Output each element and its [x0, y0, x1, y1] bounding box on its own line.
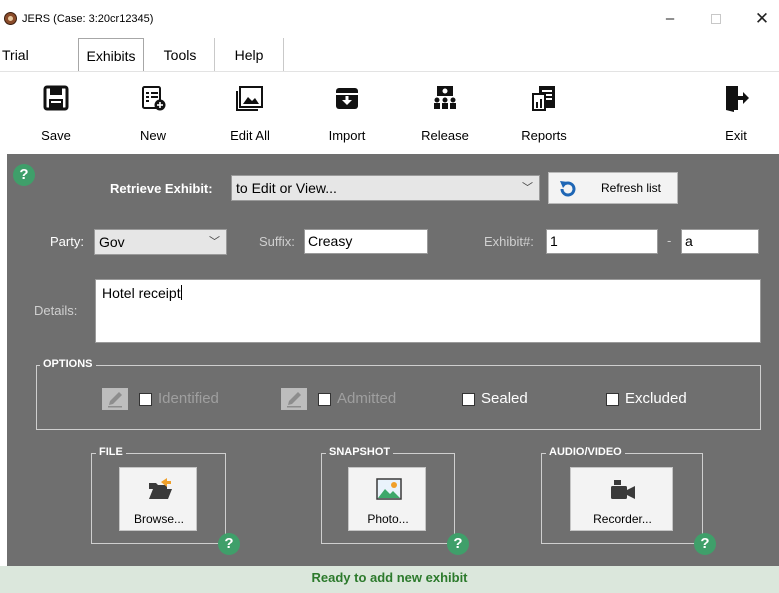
edit-all-button[interactable]: Edit All	[210, 80, 290, 150]
party-select[interactable]: Gov ﹀	[94, 229, 227, 255]
audio-video-help-icon[interactable]: ?	[694, 533, 716, 555]
browse-button[interactable]: Browse...	[119, 467, 197, 531]
tab-trial[interactable]: Trial	[0, 38, 52, 72]
refresh-list-label: Refresh list	[601, 181, 662, 195]
browse-label: Browse...	[133, 512, 184, 526]
details-label: Details:	[34, 303, 78, 318]
sealed-checkbox[interactable]	[462, 393, 475, 406]
snapshot-title: SNAPSHOT	[326, 446, 394, 458]
exit-door-icon	[726, 86, 749, 112]
release-label: Release	[421, 128, 469, 143]
new-label: New	[139, 128, 166, 143]
new-button[interactable]: New	[113, 80, 193, 150]
reports-button[interactable]: Reports	[504, 80, 584, 150]
retrieve-exhibit-select[interactable]: to Edit or View... ﹀	[231, 175, 540, 201]
file-help-icon[interactable]: ?	[218, 533, 240, 555]
identified-checkbox[interactable]	[139, 393, 152, 406]
admitted-checkbox[interactable]	[318, 393, 331, 406]
retrieve-exhibit-value: to Edit or View...	[236, 180, 337, 196]
close-button[interactable]: ✕	[747, 6, 777, 32]
new-document-icon	[142, 86, 166, 111]
release-button[interactable]: Release	[405, 80, 485, 150]
title-bar: JERS (Case: 3:20cr12345) – ✕	[0, 0, 779, 38]
audio-video-title: AUDIO/VIDEO	[546, 446, 625, 458]
edit-admitted-button[interactable]	[281, 388, 307, 410]
suffix-input[interactable]: Creasy	[304, 229, 428, 254]
app-logo-icon	[4, 12, 17, 25]
suffix-label: Suffix:	[259, 234, 295, 249]
tab-exhibits[interactable]: Exhibits	[78, 38, 144, 72]
panel-left-margin	[0, 154, 7, 566]
import-label: Import	[328, 128, 366, 143]
excluded-checkbox[interactable]	[606, 393, 619, 406]
menu-tabs: Trial Exhibits Tools Help	[0, 38, 779, 72]
sealed-label: Sealed	[481, 390, 528, 407]
party-value: Gov	[99, 234, 125, 250]
recorder-button[interactable]: Recorder...	[570, 467, 673, 531]
exhibit-number-input[interactable]: 1	[546, 229, 658, 254]
open-folder-icon	[149, 478, 172, 499]
presentation-audience-icon	[434, 86, 456, 109]
maximize-button[interactable]	[701, 6, 731, 32]
chevron-down-icon: ﹀	[522, 182, 533, 194]
details-text: Hotel receipt	[102, 285, 181, 301]
save-button[interactable]: Save	[16, 80, 96, 150]
video-camera-icon	[611, 480, 635, 499]
text-cursor	[180, 285, 182, 300]
photo-label: Photo...	[367, 512, 409, 526]
import-button[interactable]: Import	[307, 80, 387, 150]
status-text: Ready to add new exhibit	[311, 570, 468, 585]
refresh-icon	[560, 181, 576, 197]
exhibit-suffix-input[interactable]: a	[681, 229, 759, 254]
exit-button[interactable]: Exit	[696, 80, 776, 150]
admitted-label: Admitted	[337, 390, 397, 407]
reports-icon	[532, 86, 555, 111]
help-icon[interactable]: ?	[13, 164, 35, 186]
excluded-label: Excluded	[625, 390, 687, 407]
snapshot-help-icon[interactable]: ?	[447, 533, 469, 555]
identified-label: Identified	[158, 390, 219, 407]
minimize-button[interactable]: –	[655, 6, 685, 32]
recorder-label: Recorder...	[593, 512, 652, 526]
refresh-list-button[interactable]: Refresh list	[548, 172, 678, 204]
edit-all-label: Edit All	[230, 128, 270, 143]
retrieve-exhibit-label: Retrieve Exhibit:	[110, 181, 213, 196]
chevron-down-icon: ﹀	[209, 236, 220, 248]
photo-button[interactable]: Photo...	[348, 467, 426, 531]
tab-tools[interactable]: Tools	[147, 38, 213, 72]
maximize-icon	[711, 14, 721, 24]
photo-icon	[376, 478, 402, 500]
pencil-icon	[287, 392, 301, 408]
window-title: JERS (Case: 3:20cr12345)	[22, 13, 154, 25]
details-textarea[interactable]: Hotel receipt	[95, 279, 761, 343]
edit-identified-button[interactable]	[102, 388, 128, 410]
exhibit-dash: -	[667, 233, 672, 248]
image-gallery-icon	[236, 86, 263, 111]
tab-help[interactable]: Help	[214, 38, 284, 72]
party-label: Party:	[50, 234, 84, 249]
options-title: OPTIONS	[40, 358, 96, 370]
exhibit-number-label: Exhibit#:	[484, 234, 534, 249]
toolbar: Save New Edit All Import Release Reports…	[0, 72, 779, 154]
save-icon	[43, 85, 69, 111]
exit-label: Exit	[725, 128, 747, 143]
save-label: Save	[41, 128, 71, 143]
import-box-icon	[336, 88, 358, 109]
file-title: FILE	[96, 446, 126, 458]
status-bar: Ready to add new exhibit	[0, 566, 779, 593]
pencil-icon	[108, 392, 122, 408]
reports-label: Reports	[521, 128, 567, 143]
